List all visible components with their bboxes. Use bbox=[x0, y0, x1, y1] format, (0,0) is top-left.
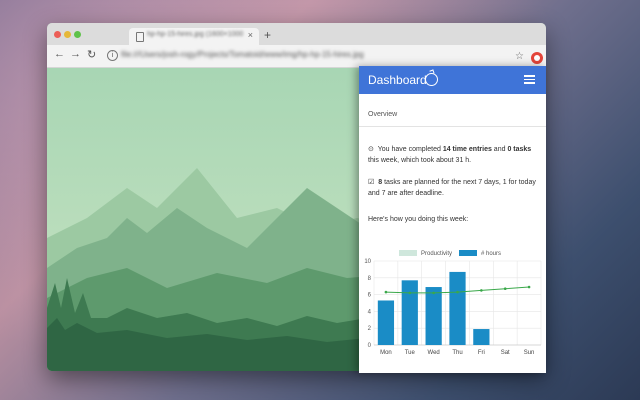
y-tick-label: 0 bbox=[368, 343, 372, 349]
completed-tasks-count: 0 tasks bbox=[507, 146, 532, 153]
info-icon[interactable]: i bbox=[107, 50, 118, 61]
browser-titlebar: hp-hp-15-hires.jpg (1600×1000) × + bbox=[47, 23, 546, 45]
dashboard-panel: Dashboard Overview ⊙ You have completed … bbox=[359, 66, 546, 373]
legend-swatch-hours bbox=[459, 250, 477, 256]
tomato-logo-icon bbox=[425, 73, 438, 86]
new-tab-button[interactable]: + bbox=[264, 28, 271, 42]
productivity-point-thu bbox=[456, 290, 459, 294]
bar-hours-mon bbox=[377, 300, 395, 345]
y-tick-label: 6 bbox=[368, 293, 372, 299]
section-title: Overview bbox=[368, 111, 398, 118]
productivity-point-sun bbox=[527, 285, 531, 289]
legend-label-productivity: Productivity bbox=[421, 251, 452, 257]
y-tick-label: 10 bbox=[364, 259, 371, 265]
productivity-point-sat bbox=[503, 287, 507, 291]
productivity-point-wed bbox=[432, 291, 435, 295]
weekly-chart-caption: Here's how you doing this week: bbox=[368, 216, 469, 223]
address-bar[interactable]: i file:///Users/josh-rogy/Projects/Tomat… bbox=[107, 48, 543, 64]
x-tick-label: Fri bbox=[478, 350, 485, 356]
maximize-window-button[interactable] bbox=[74, 31, 81, 38]
hamburger-menu-icon[interactable] bbox=[524, 75, 535, 84]
tab-title: hp-hp-15-hires.jpg (1600×1000) bbox=[147, 31, 243, 38]
bar-hours-wed bbox=[425, 287, 442, 345]
productivity-point-tue bbox=[408, 291, 412, 295]
minimize-window-button[interactable] bbox=[64, 31, 71, 38]
y-tick-label: 8 bbox=[368, 276, 372, 282]
weekly-hours-chart: Productivity # hours 0 2 4 6 8 10 Mon Tue Wed Thu Fr… bbox=[364, 250, 542, 356]
forward-button[interactable]: → bbox=[70, 48, 81, 60]
bookmark-star-icon[interactable]: ☆ bbox=[515, 51, 524, 62]
y-tick-label: 4 bbox=[368, 309, 372, 315]
page-title: Dashboard bbox=[368, 73, 427, 87]
x-tick-label: Wed bbox=[428, 350, 440, 356]
x-tick-label: Thu bbox=[452, 350, 462, 356]
browser-toolbar: ← → ↻ i file:///Users/josh-rogy/Projects… bbox=[47, 45, 546, 68]
bar-hours-thu bbox=[449, 271, 466, 345]
productivity-point-fri bbox=[480, 289, 483, 292]
divider bbox=[359, 126, 546, 127]
legend-label-hours: # hours bbox=[481, 251, 501, 257]
completed-entries-count: 14 time entries bbox=[442, 146, 492, 153]
weekly-summary-text: ⊙ You have completed 14 time entries and… bbox=[368, 146, 532, 164]
x-tick-label: Sun bbox=[524, 350, 535, 356]
panel-header: Dashboard bbox=[359, 66, 546, 94]
bar-hours-tue bbox=[401, 280, 418, 345]
close-window-button[interactable] bbox=[54, 31, 61, 38]
x-tick-label: Mon bbox=[380, 350, 392, 356]
tab-close-icon[interactable]: × bbox=[248, 30, 253, 40]
checkbox-icon: ☑ bbox=[368, 179, 375, 186]
planned-tasks-text: ☑ 8 tasks are planned for the next 7 day… bbox=[368, 179, 536, 197]
back-button[interactable]: ← bbox=[54, 48, 65, 60]
productivity-point-mon bbox=[384, 290, 388, 294]
reload-button[interactable]: ↻ bbox=[87, 48, 96, 61]
file-icon bbox=[136, 32, 144, 42]
x-tick-label: Tue bbox=[405, 350, 416, 356]
bar-hours-fri bbox=[473, 329, 490, 345]
clock-icon: ⊙ bbox=[368, 146, 374, 153]
browser-tab[interactable]: hp-hp-15-hires.jpg (1600×1000) × bbox=[129, 28, 259, 45]
legend-swatch-productivity bbox=[399, 250, 417, 256]
x-tick-label: Sat bbox=[501, 350, 510, 356]
y-tick-label: 2 bbox=[368, 326, 372, 332]
url-text[interactable]: file:///Users/josh-rogy/Projects/Tomatoi… bbox=[121, 50, 451, 59]
tomato-extension-icon[interactable] bbox=[531, 52, 543, 64]
